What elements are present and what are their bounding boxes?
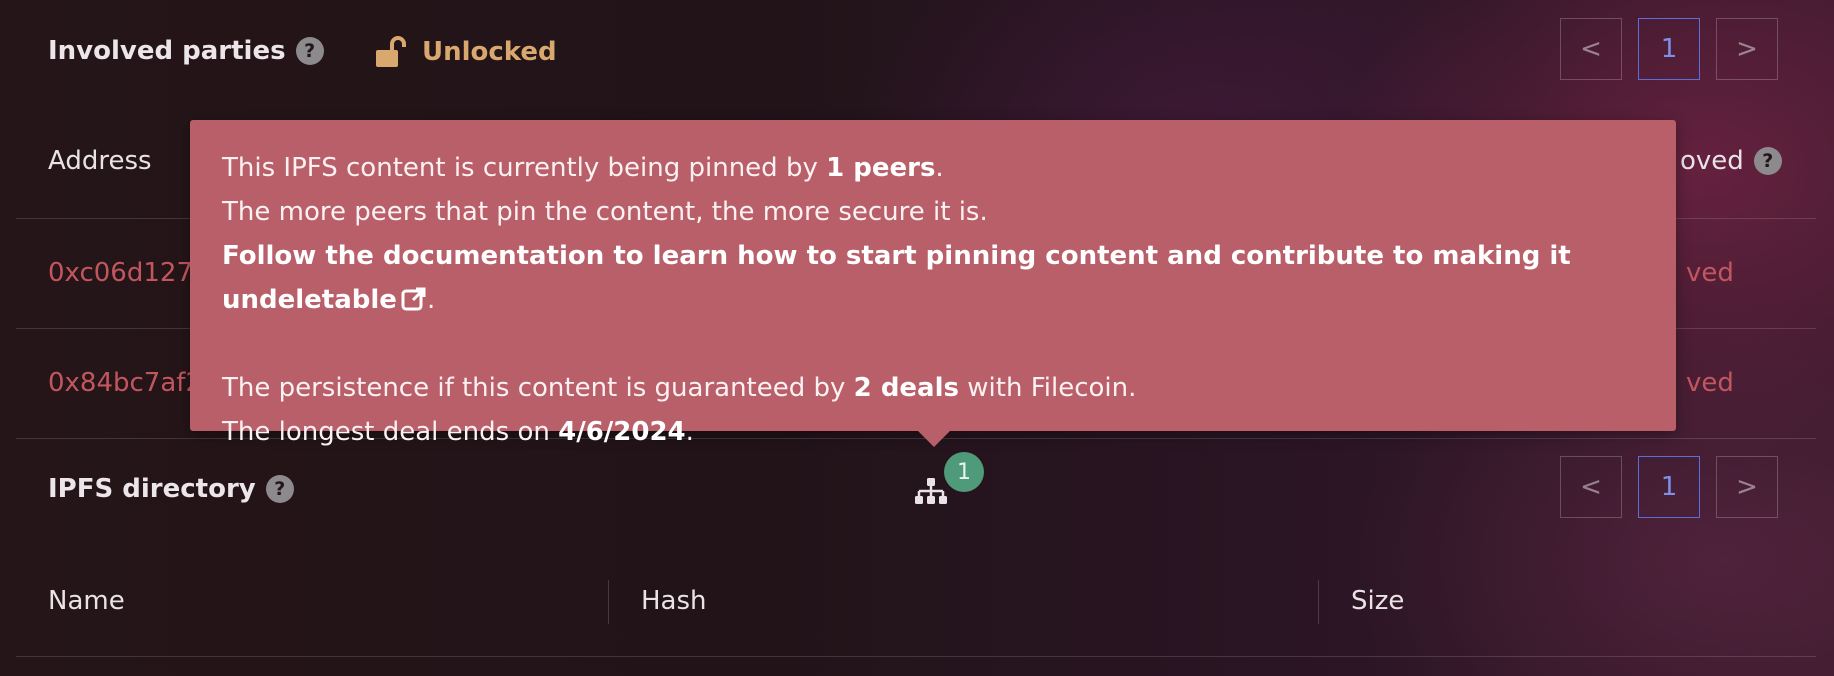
tooltip-text: with Filecoin.	[959, 373, 1137, 403]
current-page-button[interactable]: 1	[1638, 456, 1700, 518]
party-address[interactable]: 0x84bc7af2	[48, 368, 202, 398]
pinning-info-tooltip: This IPFS content is currently being pin…	[190, 120, 1676, 447]
current-page-button[interactable]: 1	[1638, 18, 1700, 80]
tooltip-text: .	[935, 153, 944, 183]
help-icon[interactable]: ?	[265, 475, 294, 503]
deal-end-date: 4/6/2024	[558, 417, 686, 447]
party-address[interactable]: 0xc06d127e	[48, 258, 209, 288]
next-page-button[interactable]: >	[1716, 18, 1778, 80]
involved-parties-title: Involved parties ?	[48, 36, 324, 66]
help-icon[interactable]: ?	[295, 37, 324, 65]
tooltip-text: The longest deal ends on	[222, 417, 559, 447]
prev-page-button[interactable]: <	[1560, 18, 1622, 80]
tooltip-text: .	[685, 417, 694, 447]
tooltip-arrow	[918, 431, 950, 447]
tooltip-line: The persistence if this content is guara…	[222, 366, 1644, 410]
ipfs-directory-title: IPFS directory ?	[48, 474, 294, 504]
tooltip-text: .	[426, 285, 436, 315]
name-column-header: Name	[48, 586, 125, 616]
address-column-header: Address	[48, 146, 152, 176]
size-column-header: Size	[1351, 586, 1405, 616]
peer-count-badge: 1	[944, 452, 984, 492]
next-page-button[interactable]: >	[1716, 456, 1778, 518]
lock-status-label: Unlocked	[422, 37, 557, 67]
help-icon[interactable]: ?	[1753, 147, 1782, 175]
party-status: ved	[1686, 258, 1734, 288]
peers-network-icon[interactable]	[914, 476, 948, 506]
tooltip-line: This IPFS content is currently being pin…	[222, 146, 1644, 190]
peer-count-text: 1 peers	[826, 153, 936, 183]
documentation-link[interactable]: Follow the documentation to learn how to…	[222, 241, 1571, 315]
parties-pagination: < 1 >	[1560, 18, 1778, 80]
party-status: ved	[1686, 368, 1734, 398]
tooltip-text: The persistence if this content is guara…	[222, 373, 854, 403]
deal-count-text: 2 deals	[853, 373, 959, 403]
involved-parties-label: Involved parties	[48, 36, 286, 66]
unlock-icon	[376, 36, 406, 67]
prev-page-button[interactable]: <	[1560, 456, 1622, 518]
directory-pagination: < 1 >	[1560, 456, 1778, 518]
approved-column-header: oved ?	[1680, 146, 1782, 176]
approved-column-label: oved	[1680, 146, 1744, 176]
lock-status[interactable]: Unlocked	[374, 36, 557, 68]
tooltip-text: This IPFS content is currently being pin…	[222, 153, 827, 183]
tooltip-line: The more peers that pin the content, the…	[222, 197, 988, 227]
tooltip-line: Follow the documentation to learn how to…	[222, 234, 1644, 322]
hash-column-header: Hash	[641, 586, 707, 616]
external-link-icon	[401, 287, 426, 311]
ipfs-directory-label: IPFS directory	[48, 474, 256, 504]
